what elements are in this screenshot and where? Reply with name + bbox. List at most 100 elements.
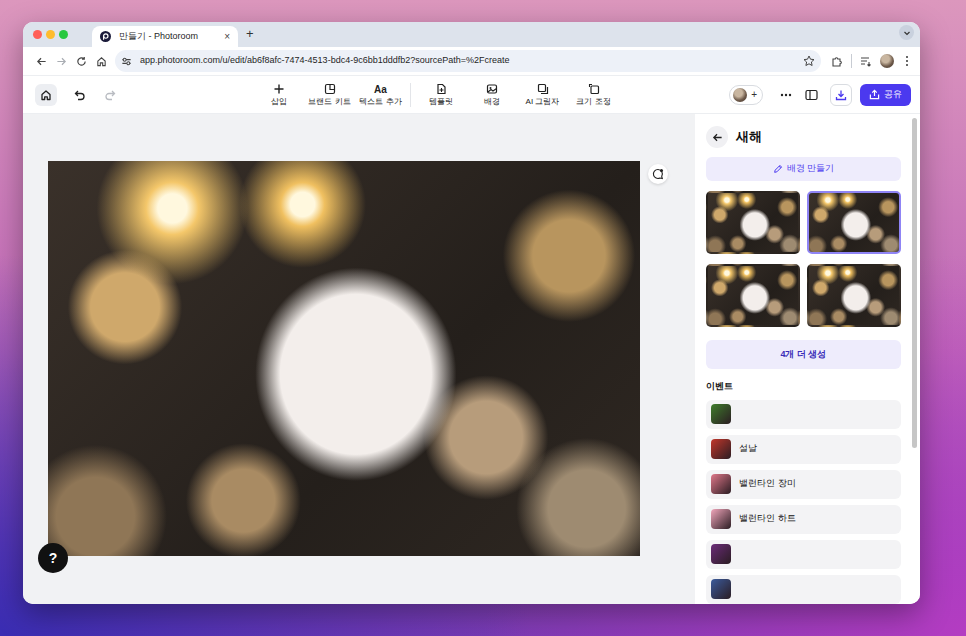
chevron-down-icon <box>903 29 911 37</box>
background-thumbnail[interactable] <box>706 264 800 327</box>
home-button[interactable] <box>35 84 57 106</box>
new-tab-button[interactable]: + <box>246 27 254 43</box>
event-label: 설날 <box>739 442 757 456</box>
forward-button[interactable] <box>51 51 71 71</box>
event-thumbnail-icon <box>711 579 731 599</box>
tool-divider <box>410 83 411 107</box>
back-button[interactable] <box>706 126 728 148</box>
scrollbar-thumb[interactable] <box>912 118 917 448</box>
tab-close-button[interactable]: × <box>224 32 230 42</box>
help-button[interactable]: ? <box>38 543 68 573</box>
background-thumbnail[interactable] <box>807 191 901 254</box>
text-glyph-icon: Aa <box>374 83 387 96</box>
redo-icon <box>104 89 116 101</box>
shadow-icon <box>537 83 549 96</box>
browser-window: 만들기 - Photoroom × + app.photoroom.com/u/e… <box>23 22 920 604</box>
invite-button[interactable]: + <box>729 85 763 105</box>
resize-icon <box>588 83 600 96</box>
back-arrow-icon <box>36 56 47 67</box>
back-button[interactable] <box>31 51 51 71</box>
brand-kit-icon <box>324 83 336 96</box>
help-label: ? <box>49 548 58 569</box>
generate-more-button[interactable]: 4개 더 생성 <box>706 340 901 369</box>
editor-actions: + 공유 <box>729 84 911 106</box>
bookmark-star-icon[interactable] <box>803 55 815 67</box>
tool-label: 텍스트 추가 <box>359 98 401 107</box>
tool-button[interactable]: 배경 <box>466 83 517 107</box>
background-thumbnail[interactable] <box>706 191 800 254</box>
event-thumbnail-icon <box>711 439 731 459</box>
comment-icon <box>652 168 664 180</box>
profile-avatar-icon[interactable] <box>880 54 894 68</box>
tool-button[interactable]: 템플릿 <box>415 83 466 107</box>
browser-tab[interactable]: 만들기 - Photoroom × <box>92 26 238 47</box>
event-item[interactable]: 밸런타인 장미 <box>706 470 901 499</box>
event-thumbnail-icon <box>711 474 731 494</box>
event-thumbnail-icon <box>711 509 731 529</box>
zoom-button[interactable] <box>59 30 68 39</box>
tool-button[interactable]: 브랜드 키트 <box>304 83 355 107</box>
tool-label: 크기 조정 <box>576 98 610 107</box>
address-bar[interactable]: app.photoroom.com/u/edit/ab6f8afc-7474-4… <box>115 50 821 72</box>
forward-arrow-icon <box>56 56 67 67</box>
close-window-button[interactable] <box>33 30 42 39</box>
event-label: 밸런타인 장미 <box>739 477 796 491</box>
undo-icon <box>74 89 86 101</box>
background-thumbnail[interactable] <box>807 264 901 327</box>
editor-toolbar: 삽입 브랜드 키트 Aa 텍스트 추가 템플릿배경 AI 그림자 크기 조정 + 공유 <box>23 75 920 114</box>
create-background-label: 배경 만들기 <box>787 162 835 176</box>
tool-label: 배경 <box>484 98 500 107</box>
pencil-icon <box>773 164 783 174</box>
event-item[interactable] <box>706 575 901 604</box>
tool-button[interactable]: 삽입 <box>253 83 304 107</box>
url-text[interactable]: app.photoroom.com/u/edit/ab6f8afc-7474-4… <box>140 54 510 68</box>
more-options-icon[interactable] <box>779 89 793 101</box>
event-item[interactable]: 설날 <box>706 435 901 464</box>
background-grid <box>706 191 901 327</box>
share-label: 공유 <box>884 88 902 102</box>
comment-button[interactable] <box>648 164 668 184</box>
tab-search-button[interactable] <box>899 25 914 40</box>
reload-icon <box>76 56 87 67</box>
browser-menu-icon[interactable] <box>902 55 912 67</box>
collaborator-avatar-icon <box>733 88 747 102</box>
background-icon <box>486 83 498 96</box>
reload-button[interactable] <box>71 51 91 71</box>
share-button[interactable]: 공유 <box>860 84 911 106</box>
create-background-button[interactable]: 배경 만들기 <box>706 157 901 181</box>
event-item[interactable] <box>706 400 901 429</box>
tab-title[interactable]: 만들기 - Photoroom <box>119 30 216 44</box>
reading-list-icon[interactable] <box>860 55 872 67</box>
site-info-icon[interactable] <box>121 56 132 67</box>
photoroom-favicon-icon <box>100 31 111 42</box>
extensions-icon[interactable] <box>831 55 843 67</box>
home-icon <box>96 56 107 67</box>
toolbar-separator <box>851 54 852 68</box>
redo-button[interactable] <box>99 84 121 106</box>
tool-button[interactable]: 크기 조정 <box>568 83 619 107</box>
tool-label: AI 그림자 <box>526 98 560 107</box>
event-item[interactable]: 밸런타인 하트 <box>706 505 901 534</box>
tool-label: 브랜드 키트 <box>308 98 350 107</box>
tool-button[interactable]: AI 그림자 <box>517 83 568 107</box>
tool-label: 삽입 <box>271 98 287 107</box>
event-label: 밸런타인 하트 <box>739 512 796 526</box>
undo-button[interactable] <box>69 84 91 106</box>
tool-button[interactable]: Aa 텍스트 추가 <box>355 83 406 107</box>
product-photo[interactable] <box>48 161 640 556</box>
tab-list: 만들기 - Photoroom × <box>68 26 238 47</box>
back-arrow-icon <box>712 132 723 143</box>
tab-strip: 만들기 - Photoroom × + <box>23 22 920 47</box>
event-item[interactable] <box>706 540 901 569</box>
panel-header: 새해 <box>706 126 901 148</box>
download-button[interactable] <box>830 84 852 106</box>
tool-bar: 삽입 브랜드 키트 Aa 텍스트 추가 템플릿배경 AI 그림자 크기 조정 <box>253 83 619 107</box>
background-panel: 새해 배경 만들기 4개 더 생성 이벤트 설날밸런타인 장미밸런타인 하트 <box>695 114 920 604</box>
window-controls <box>33 30 68 39</box>
minimize-button[interactable] <box>46 30 55 39</box>
section-heading: 이벤트 <box>706 380 901 394</box>
browser-actions <box>831 54 912 68</box>
panel-title: 새해 <box>736 127 762 147</box>
home-button[interactable] <box>91 51 111 71</box>
side-panel-icon[interactable] <box>805 89 818 101</box>
